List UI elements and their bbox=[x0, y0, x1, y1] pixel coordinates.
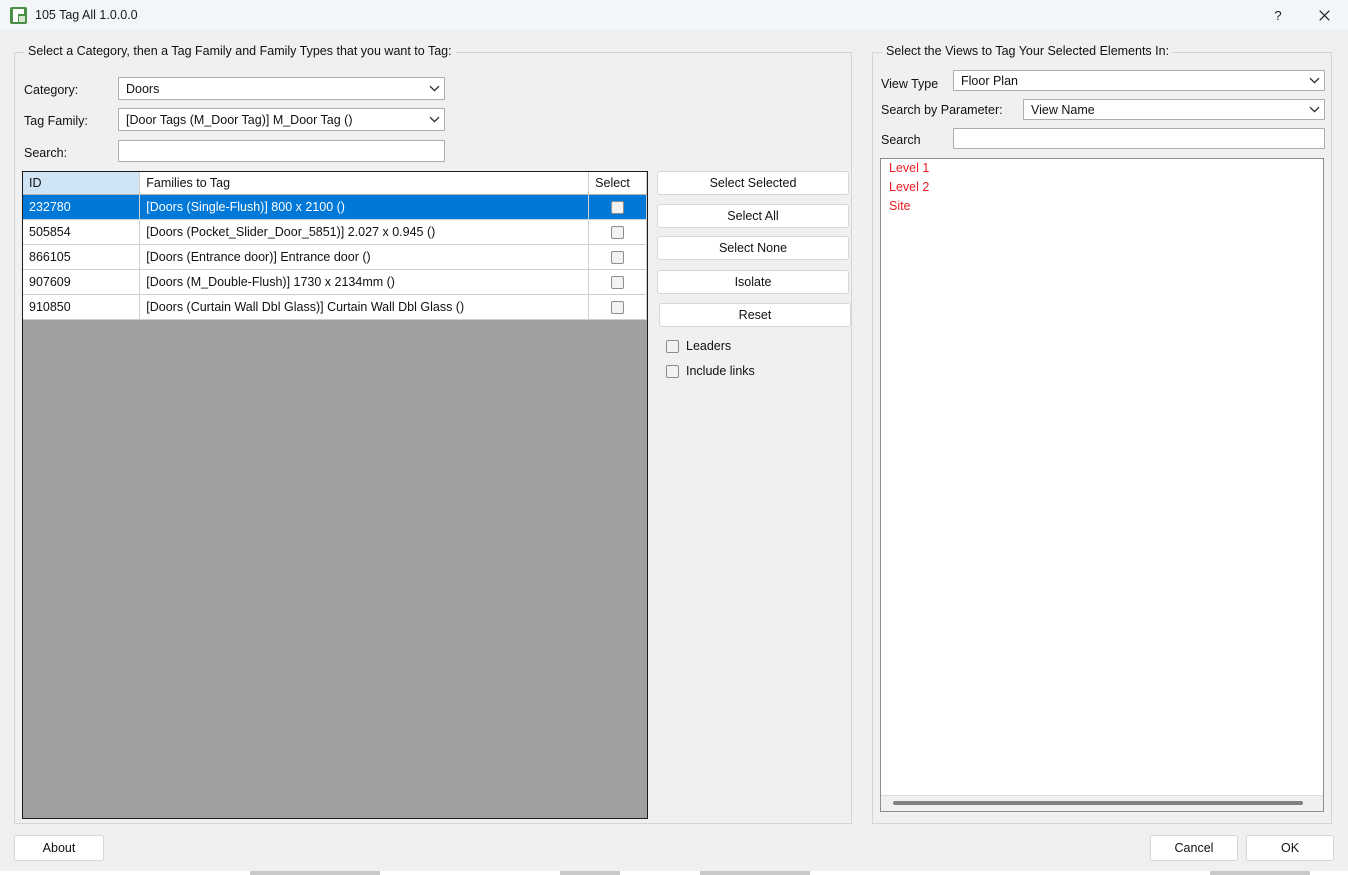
close-icon[interactable] bbox=[1301, 0, 1347, 31]
view-type-combobox[interactable]: Floor Plan bbox=[953, 70, 1325, 91]
select-all-button[interactable]: Select All bbox=[657, 204, 849, 228]
cell-id: 907609 bbox=[23, 269, 141, 295]
chevron-down-icon bbox=[424, 78, 444, 99]
views-search-input[interactable] bbox=[953, 128, 1325, 149]
leaders-label: Leaders bbox=[686, 339, 732, 353]
left-group-legend: Select a Category, then a Tag Family and… bbox=[24, 44, 456, 58]
row-checkbox[interactable] bbox=[611, 225, 625, 239]
category-value: Doors bbox=[126, 81, 160, 96]
families-grid[interactable]: ID Families to Tag Select 232780 [Doors … bbox=[22, 171, 648, 819]
views-list[interactable]: Level 1 Level 2 Site bbox=[880, 158, 1324, 812]
cell-select[interactable] bbox=[588, 294, 647, 320]
table-row[interactable]: 866105 [Doors (Entrance door)] Entrance … bbox=[23, 244, 647, 270]
category-label: Category: bbox=[24, 83, 79, 97]
right-group-legend: Select the Views to Tag Your Selected El… bbox=[882, 44, 1174, 58]
cancel-button[interactable]: Cancel bbox=[1150, 835, 1238, 861]
row-checkbox[interactable] bbox=[611, 275, 625, 289]
ok-button[interactable]: OK bbox=[1246, 835, 1334, 861]
column-header-family[interactable]: Families to Tag bbox=[139, 172, 590, 195]
tag-family-label: Tag Family: bbox=[24, 114, 88, 128]
checkbox-box[interactable] bbox=[666, 339, 679, 353]
chevron-down-icon bbox=[1304, 100, 1324, 119]
help-icon[interactable]: ? bbox=[1255, 0, 1301, 31]
select-none-button[interactable]: Select None bbox=[657, 236, 849, 260]
row-checkbox[interactable] bbox=[611, 200, 625, 214]
search-by-parameter-value: View Name bbox=[1031, 102, 1095, 117]
cell-id: 232780 bbox=[23, 194, 141, 220]
about-button[interactable]: About bbox=[14, 835, 104, 861]
leaders-checkbox[interactable]: Leaders bbox=[666, 339, 731, 353]
views-list-horizontal-scrollbar[interactable] bbox=[881, 795, 1323, 811]
table-header-row: ID Families to Tag Select bbox=[23, 172, 647, 195]
cell-id: 866105 bbox=[23, 244, 141, 270]
reset-button[interactable]: Reset bbox=[659, 303, 851, 327]
column-header-id[interactable]: ID bbox=[23, 172, 141, 195]
search-by-parameter-label: Search by Parameter: bbox=[881, 103, 1003, 117]
checkbox-box[interactable] bbox=[666, 364, 679, 378]
tag-family-combobox[interactable]: [Door Tags (M_Door Tag)] M_Door Tag () bbox=[118, 108, 445, 131]
tag-all-dialog: 105 Tag All 1.0.0.0 ? Select a Category,… bbox=[0, 0, 1348, 875]
column-header-select[interactable]: Select bbox=[588, 172, 647, 195]
table-row[interactable]: 505854 [Doors (Pocket_Slider_Door_5851)]… bbox=[23, 219, 647, 245]
tag-family-value: [Door Tags (M_Door Tag)] M_Door Tag () bbox=[126, 112, 353, 127]
table-row[interactable]: 910850 [Doors (Curtain Wall Dbl Glass)] … bbox=[23, 294, 647, 320]
isolate-button[interactable]: Isolate bbox=[657, 270, 849, 294]
cell-select[interactable] bbox=[588, 244, 647, 270]
table-row[interactable]: 907609 [Doors (M_Double-Flush)] 1730 x 2… bbox=[23, 269, 647, 295]
cell-family: [Doors (M_Double-Flush)] 1730 x 2134mm (… bbox=[139, 269, 590, 295]
cell-family: [Doors (Entrance door)] Entrance door () bbox=[139, 244, 590, 270]
family-search-label: Search: bbox=[24, 146, 68, 160]
row-checkbox[interactable] bbox=[611, 300, 625, 314]
view-type-label: View Type bbox=[881, 77, 939, 91]
select-selected-button[interactable]: Select Selected bbox=[657, 171, 849, 195]
cell-id: 910850 bbox=[23, 294, 141, 320]
views-search-label: Search bbox=[881, 133, 921, 147]
category-combobox[interactable]: Doors bbox=[118, 77, 445, 100]
include-links-checkbox[interactable]: Include links bbox=[666, 364, 755, 378]
list-item[interactable]: Level 2 bbox=[881, 178, 1323, 197]
chevron-down-icon bbox=[1304, 71, 1324, 90]
cell-select[interactable] bbox=[588, 219, 647, 245]
list-item[interactable]: Level 1 bbox=[881, 159, 1323, 178]
scrollbar-thumb[interactable] bbox=[893, 801, 1303, 805]
table-row[interactable]: 232780 [Doors (Single-Flush)] 800 x 2100… bbox=[23, 194, 647, 220]
families-table: ID Families to Tag Select 232780 [Doors … bbox=[23, 172, 647, 320]
app-icon bbox=[10, 7, 27, 24]
cell-id: 505854 bbox=[23, 219, 141, 245]
include-links-label: Include links bbox=[686, 364, 755, 378]
search-by-parameter-combobox[interactable]: View Name bbox=[1023, 99, 1325, 120]
title-bar: 105 Tag All 1.0.0.0 ? bbox=[0, 0, 1348, 31]
family-search-input[interactable] bbox=[118, 140, 445, 162]
cell-family: [Doors (Pocket_Slider_Door_5851)] 2.027 … bbox=[139, 219, 590, 245]
row-checkbox[interactable] bbox=[611, 250, 625, 264]
chevron-down-icon bbox=[424, 109, 444, 130]
view-type-value: Floor Plan bbox=[961, 73, 1018, 88]
desktop-edge bbox=[0, 871, 1348, 875]
cell-select[interactable] bbox=[588, 194, 647, 220]
list-item[interactable]: Site bbox=[881, 197, 1323, 216]
cell-select[interactable] bbox=[588, 269, 647, 295]
cell-family: [Doors (Single-Flush)] 800 x 2100 () bbox=[139, 194, 590, 220]
window-title: 105 Tag All 1.0.0.0 bbox=[35, 8, 138, 22]
cell-family: [Doors (Curtain Wall Dbl Glass)] Curtain… bbox=[139, 294, 590, 320]
